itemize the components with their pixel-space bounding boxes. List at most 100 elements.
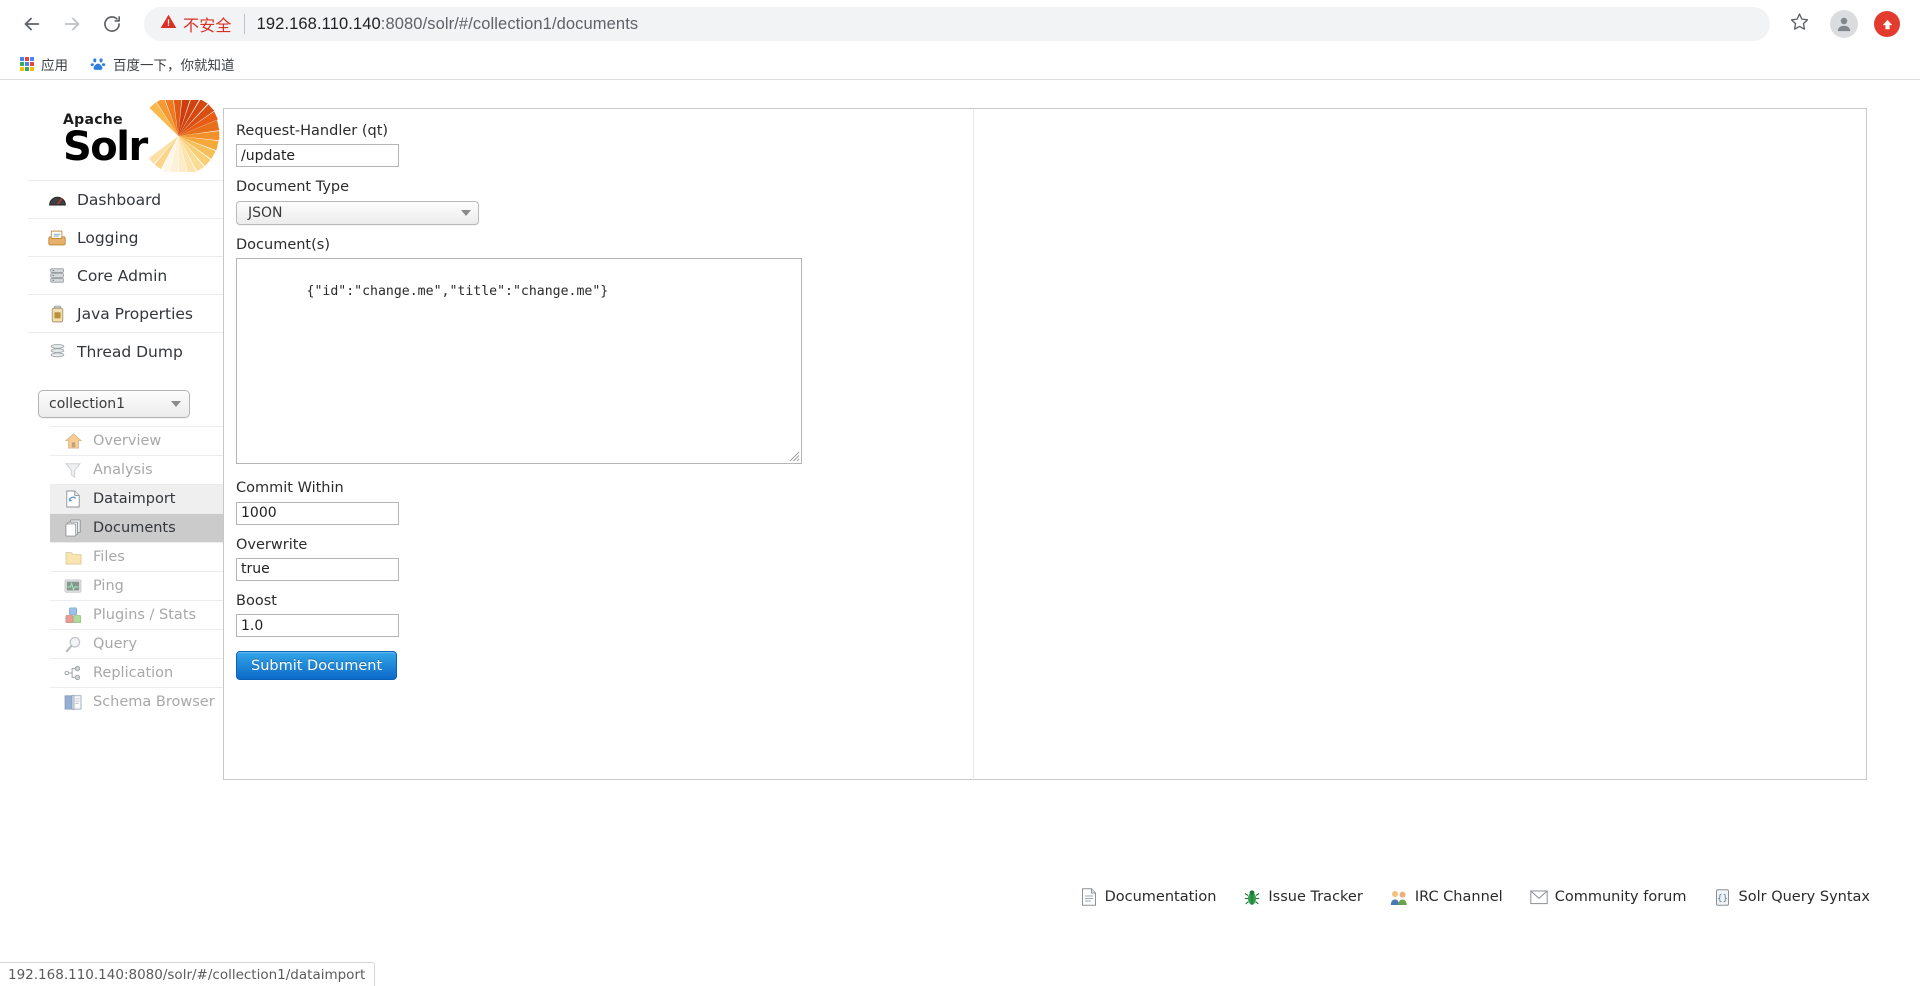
plugins-blocks-icon <box>62 605 84 625</box>
sidebar-item-label: Schema Browser <box>93 694 215 710</box>
commit-within-input[interactable]: 1000 <box>236 501 399 525</box>
sidebar: Apache Solr Dashboard Logging Core Admin… <box>28 98 224 716</box>
document-type-label: Document Type <box>236 179 350 196</box>
url-path: /solr/#/collection1/documents <box>422 14 639 33</box>
bookmark-item-baidu[interactable]: 百度一下，你就知道 <box>82 51 243 77</box>
overwrite-label: Overwrite <box>236 536 308 553</box>
sidebar-item-logging[interactable]: Logging <box>28 218 224 256</box>
envelope-icon <box>1530 888 1548 906</box>
bookmark-label: 百度一下，你就知道 <box>113 57 235 73</box>
bookmark-label: 应用 <box>41 57 68 73</box>
address-bar[interactable]: 不安全 192.168.110.140:8080/solr/#/collecti… <box>144 7 1770 41</box>
footer-link-solr-query-syntax[interactable]: {} Solr Query Syntax <box>1714 888 1870 906</box>
browser-chrome: 不安全 192.168.110.140:8080/solr/#/collecti… <box>0 0 1920 80</box>
update-arrow-icon <box>1882 19 1892 29</box>
sidebar-item-thread-dump[interactable]: Thread Dump <box>28 332 224 370</box>
java-properties-icon <box>46 304 68 324</box>
bookmark-star-button[interactable] <box>1782 7 1816 41</box>
request-handler-value: /update <box>241 147 296 164</box>
overwrite-value: true <box>241 561 270 578</box>
footer-link-issue-tracker[interactable]: Issue Tracker <box>1243 888 1363 906</box>
footer-link-community-forum[interactable]: Community forum <box>1530 888 1687 906</box>
security-status[interactable]: 不安全 <box>160 12 232 36</box>
dashboard-gauge-icon <box>46 190 68 210</box>
boost-input[interactable]: 1.0 <box>236 614 399 638</box>
solr-admin-page: Apache Solr Dashboard Logging Core Admin… <box>0 80 1920 986</box>
overwrite-input[interactable]: true <box>236 557 399 581</box>
url-port: :8080 <box>380 14 423 33</box>
footer-link-label: Community forum <box>1554 889 1687 905</box>
sidebar-item-plugins-stats[interactable]: Plugins / Stats <box>50 600 224 629</box>
bookmarks-bar: 应用 百度一下，你就知道 <box>0 48 1920 79</box>
documents-value: {"id":"change.me","title":"change.me"} <box>306 283 609 299</box>
warning-triangle-icon <box>160 13 177 35</box>
profile-avatar[interactable] <box>1830 10 1858 38</box>
svg-text:{}: {} <box>1717 894 1728 904</box>
sidebar-item-label: Replication <box>93 665 174 681</box>
document-page-icon <box>1080 888 1098 906</box>
submit-document-button[interactable]: Submit Document <box>236 651 398 681</box>
sidebar-item-schema-browser[interactable]: Schema Browser <box>50 687 224 716</box>
core-selector[interactable]: collection1 <box>38 390 190 418</box>
sidebar-item-documents[interactable]: Documents <box>50 513 224 542</box>
sidebar-item-label: Documents <box>93 520 176 536</box>
url-text[interactable]: 192.168.110.140:8080/solr/#/collection1/… <box>257 15 639 34</box>
sidebar-item-ping[interactable]: Ping <box>50 571 224 600</box>
footer-link-documentation[interactable]: Documentation <box>1080 888 1217 906</box>
back-button[interactable] <box>14 6 50 42</box>
sidebar-global-nav: Dashboard Logging Core Admin Java Proper… <box>28 180 224 370</box>
sidebar-item-dataimport[interactable]: Dataimport <box>50 484 224 513</box>
solr-logo[interactable]: Apache Solr <box>46 98 224 180</box>
footer-links: Documentation Issue Tracker IRC Channel … <box>1080 888 1870 906</box>
boost-label: Boost <box>236 592 277 609</box>
logo-solr-text: Solr <box>63 124 148 170</box>
browser-toolbar: 不安全 192.168.110.140:8080/solr/#/collecti… <box>0 0 1920 48</box>
sidebar-item-label: Ping <box>93 578 124 594</box>
files-folder-icon <box>62 547 84 567</box>
apps-grid-icon <box>20 56 34 71</box>
sidebar-item-files[interactable]: Files <box>50 542 224 571</box>
document-type-value: JSON <box>248 204 283 221</box>
replication-nodes-icon <box>62 663 84 683</box>
solr-logo-text: Apache Solr <box>63 113 148 170</box>
bug-icon <box>1243 888 1261 906</box>
sidebar-item-label: Core Admin <box>77 266 168 285</box>
sidebar-item-label: Thread Dump <box>77 342 183 361</box>
sidebar-item-label: Logging <box>77 228 139 247</box>
documents-pages-icon <box>62 518 84 538</box>
document-type-select[interactable]: JSON <box>236 200 479 225</box>
footer-link-label: IRC Channel <box>1414 889 1503 905</box>
logging-tray-icon <box>46 228 68 248</box>
resize-grip-icon[interactable] <box>789 451 800 462</box>
documents-textarea[interactable]: {"id":"change.me","title":"change.me"} <box>236 258 802 465</box>
forward-arrow-icon <box>61 13 83 35</box>
update-button[interactable] <box>1874 11 1900 37</box>
sidebar-item-java-properties[interactable]: Java Properties <box>28 294 224 332</box>
sidebar-item-replication[interactable]: Replication <box>50 658 224 687</box>
sidebar-item-overview[interactable]: Overview <box>50 426 224 455</box>
schema-book-icon <box>62 692 84 712</box>
sidebar-item-query[interactable]: Query <box>50 629 224 658</box>
request-handler-input[interactable]: /update <box>236 144 399 168</box>
documents-label: Document(s) <box>236 236 330 253</box>
reload-button[interactable] <box>94 6 130 42</box>
dataimport-page-icon <box>62 489 84 509</box>
sidebar-item-core-admin[interactable]: Core Admin <box>28 256 224 294</box>
sidebar-item-dashboard[interactable]: Dashboard <box>28 180 224 218</box>
bookmark-star-icon <box>1790 12 1809 36</box>
status-bar-url: 192.168.110.140:8080/solr/#/collection1/… <box>0 962 376 986</box>
sidebar-item-label: Dataimport <box>93 491 176 507</box>
sidebar-item-label: Files <box>93 549 125 565</box>
forward-button[interactable] <box>54 6 90 42</box>
sidebar-item-analysis[interactable]: Analysis <box>50 455 224 484</box>
overview-home-icon <box>62 431 84 451</box>
chevron-down-icon <box>171 401 181 407</box>
footer-link-label: Documentation <box>1104 889 1217 905</box>
solr-sunburst-icon <box>148 100 220 172</box>
footer-link-irc-channel[interactable]: IRC Channel <box>1390 888 1503 906</box>
chevron-down-icon <box>461 209 471 216</box>
footer-link-label: Issue Tracker <box>1268 889 1363 905</box>
core-selector-wrap: collection1 <box>38 390 224 418</box>
bookmark-item-apps[interactable]: 应用 <box>12 51 76 77</box>
core-admin-server-icon <box>46 266 68 286</box>
